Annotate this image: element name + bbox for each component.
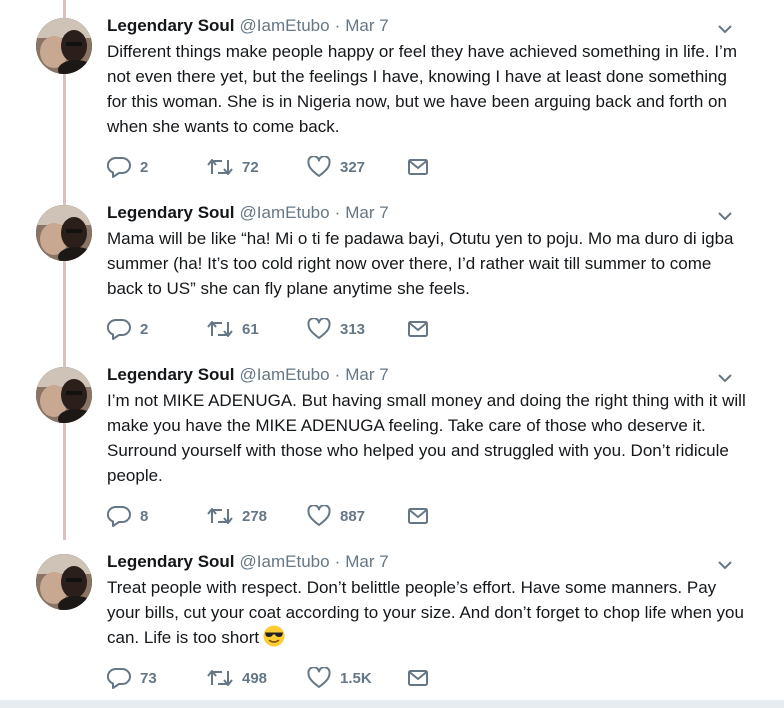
direct-message-button[interactable] (407, 506, 429, 526)
separator-dot: · (334, 552, 341, 571)
like-count: 327 (340, 158, 366, 176)
display-name[interactable]: Legendary Soul (107, 16, 235, 36)
reply-button[interactable]: 2 (107, 156, 207, 178)
retweet-count: 498 (242, 669, 268, 687)
chevron-down-icon[interactable] (714, 369, 736, 387)
tweet-text: Mama will be like “ha! Mi o ti fe padawa… (107, 229, 734, 298)
tweet-actions: 2 61 313 (107, 317, 429, 341)
tweet-text: Treat people with respect. Don’t belittl… (107, 575, 747, 650)
retweet-button[interactable]: 498 (207, 668, 307, 688)
tweet-actions: 73 498 1.5K (107, 666, 429, 690)
username[interactable]: @IamEtubo (240, 203, 330, 223)
reply-icon (107, 505, 131, 527)
avatar[interactable] (36, 367, 92, 423)
avatar-image (36, 205, 92, 261)
like-button[interactable]: 887 (307, 505, 407, 527)
username[interactable]: @IamEtubo (240, 365, 330, 385)
tweet-header: Legendary Soul @IamEtubo · Mar 7 (107, 363, 389, 387)
heart-icon (307, 318, 331, 339)
reply-count: 73 (140, 669, 157, 687)
tweet-text-body: Treat people with respect. Don’t belittl… (107, 578, 744, 647)
retweet-icon (207, 508, 233, 524)
retweet-button[interactable]: 278 (207, 506, 307, 526)
username[interactable]: @IamEtubo (240, 552, 330, 572)
reply-icon (107, 156, 131, 178)
reply-button[interactable]: 2 (107, 318, 207, 340)
reply-icon (107, 667, 131, 689)
retweet-icon (207, 321, 233, 337)
direct-message-button[interactable] (407, 668, 429, 688)
like-count: 1.5K (340, 669, 372, 687)
smiling-face-with-sunglasses-icon (263, 625, 285, 647)
avatar[interactable] (36, 205, 92, 261)
reply-count: 8 (140, 507, 149, 525)
avatar-image (36, 554, 92, 610)
reply-button[interactable]: 73 (107, 667, 207, 689)
tweet-date[interactable]: Mar 7 (345, 16, 388, 36)
direct-message-button[interactable] (407, 157, 429, 177)
reply-count: 2 (140, 320, 149, 338)
tweet-header: Legendary Soul @IamEtubo · Mar 7 (107, 14, 389, 38)
avatar-image (36, 18, 92, 74)
tweet-header: Legendary Soul @IamEtubo · Mar 7 (107, 550, 389, 574)
chevron-down-icon[interactable] (714, 20, 736, 38)
avatar-image (36, 367, 92, 423)
separator-dot: · (334, 365, 341, 384)
retweet-count: 278 (242, 507, 268, 525)
envelope-icon (408, 321, 428, 337)
avatar[interactable] (36, 554, 92, 610)
retweet-button[interactable]: 72 (207, 157, 307, 177)
heart-icon (307, 505, 331, 526)
avatar[interactable] (36, 18, 92, 74)
tweet-date[interactable]: Mar 7 (345, 552, 388, 572)
chevron-down-icon[interactable] (714, 207, 736, 225)
display-name[interactable]: Legendary Soul (107, 365, 235, 385)
tweet-date[interactable]: Mar 7 (345, 203, 388, 223)
like-button[interactable]: 1.5K (307, 667, 407, 689)
like-count: 887 (340, 507, 366, 525)
heart-icon (307, 156, 331, 177)
like-button[interactable]: 313 (307, 318, 407, 340)
timeline-divider (0, 700, 784, 708)
envelope-icon (408, 159, 428, 175)
retweet-icon (207, 670, 233, 686)
tweet-header: Legendary Soul @IamEtubo · Mar 7 (107, 201, 389, 225)
reply-button[interactable]: 8 (107, 505, 207, 527)
tweet-text: Different things make people happy or fe… (107, 42, 737, 136)
reply-icon (107, 318, 131, 340)
retweet-button[interactable]: 61 (207, 319, 307, 339)
thread-connector-line (63, 0, 66, 540)
retweet-count: 72 (242, 158, 259, 176)
chevron-down-icon[interactable] (714, 556, 736, 574)
direct-message-button[interactable] (407, 319, 429, 339)
like-count: 313 (340, 320, 366, 338)
display-name[interactable]: Legendary Soul (107, 203, 235, 223)
tweet-text: I’m not MIKE ADENUGA. But having small m… (107, 391, 746, 485)
heart-icon (307, 667, 331, 688)
tweet-actions: 8 278 887 (107, 504, 429, 528)
tweet-actions: 2 72 327 (107, 155, 429, 179)
retweet-icon (207, 159, 233, 175)
envelope-icon (408, 670, 428, 686)
retweet-count: 61 (242, 320, 259, 338)
envelope-icon (408, 508, 428, 524)
display-name[interactable]: Legendary Soul (107, 552, 235, 572)
separator-dot: · (334, 203, 341, 222)
reply-count: 2 (140, 158, 149, 176)
username[interactable]: @IamEtubo (240, 16, 330, 36)
like-button[interactable]: 327 (307, 156, 407, 178)
tweet-date[interactable]: Mar 7 (345, 365, 388, 385)
separator-dot: · (334, 16, 341, 35)
